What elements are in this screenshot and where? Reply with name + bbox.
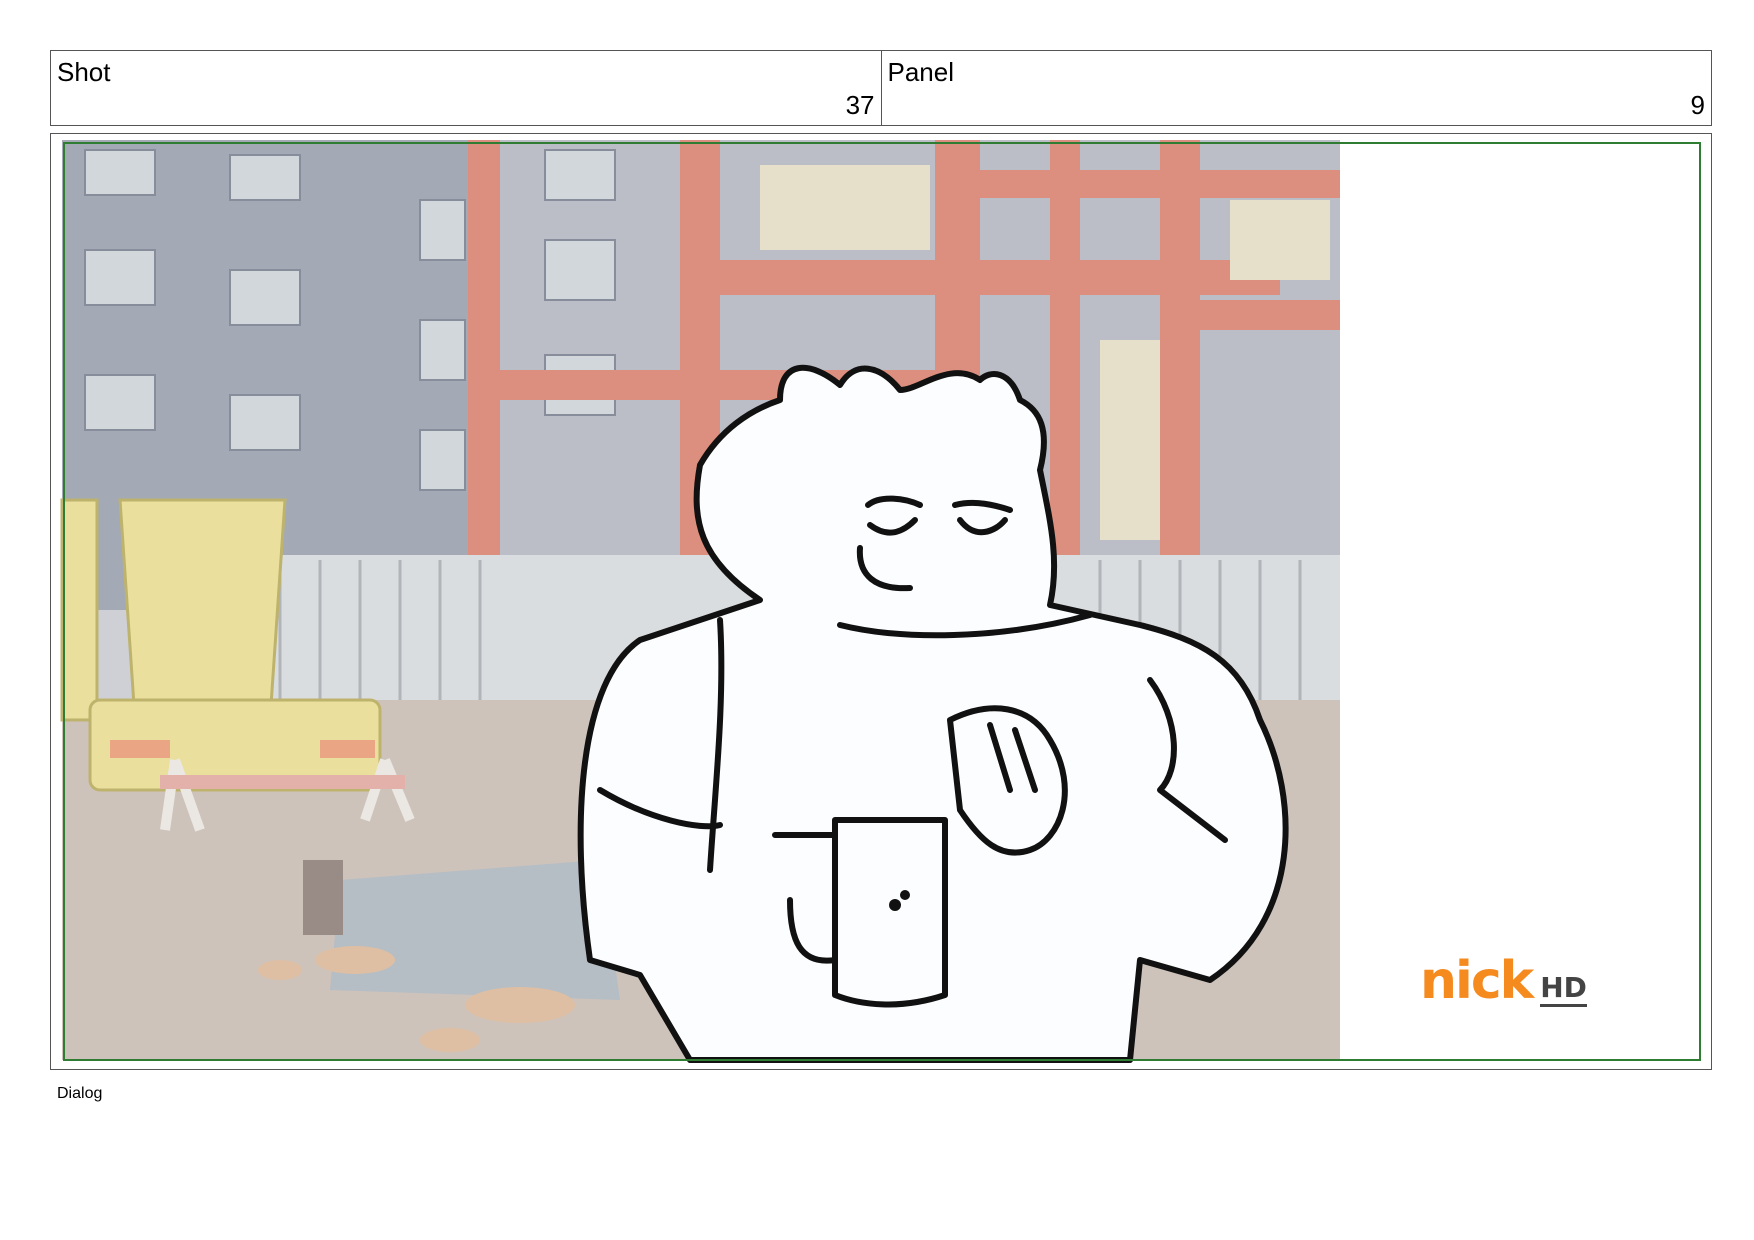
dialog-label: Dialog (57, 1085, 103, 1102)
safe-area-border (63, 142, 1701, 1061)
logo-brand: nick (1420, 951, 1534, 1011)
logo-suffix: HD (1540, 974, 1587, 1007)
nick-hd-logo: nick HD (1420, 955, 1587, 1007)
panel-frame (50, 133, 1712, 1070)
